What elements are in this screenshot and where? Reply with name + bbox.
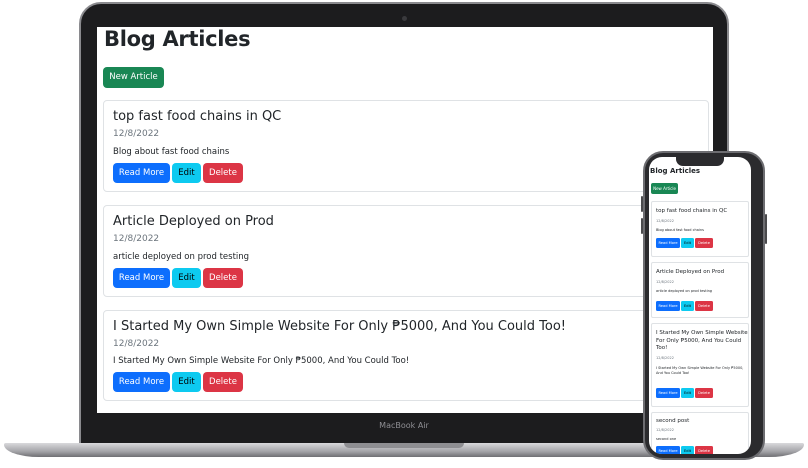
page-title: Blog Articles: [104, 27, 251, 51]
mobile-screen: Blog Articles New Article top fast food …: [649, 157, 751, 454]
mobile-article-title: top fast food chains in QC: [656, 208, 728, 214]
mobile-article-date: 12/8/2022: [656, 356, 674, 360]
mobile-article-card: I Started My Own Simple Website For Only…: [651, 323, 749, 407]
edit-button[interactable]: Edit: [172, 268, 201, 288]
article-card: Article Deployed on Prod 12/8/2022 artic…: [103, 205, 709, 297]
edit-button[interactable]: Edit: [172, 163, 201, 183]
mobile-article-text: article deployed on prod testing: [656, 289, 713, 293]
article-card: I Started My Own Simple Website For Only…: [103, 310, 709, 401]
laptop-hinge-notch: [344, 443, 464, 448]
mobile-article-date: 12/8/2022: [656, 428, 674, 432]
mobile-article-date: 12/8/2022: [656, 280, 674, 284]
phone-power-button: [765, 214, 767, 244]
mobile-article-card: top fast food chains in QC 12/8/2022 Blo…: [651, 201, 749, 257]
camera-dot: [402, 16, 407, 21]
article-date: 12/8/2022: [113, 129, 160, 139]
article-title: Article Deployed on Prod: [113, 214, 274, 229]
phone-notch: [676, 157, 724, 166]
article-text: article deployed on prod testing: [113, 252, 250, 262]
article-date: 12/8/2022: [113, 234, 160, 244]
mobile-article-text: second one: [656, 437, 677, 441]
mobile-edit-button[interactable]: Edit: [681, 301, 694, 311]
mobile-article-date: 12/8/2022: [656, 219, 674, 223]
mobile-read-more-button[interactable]: Read More: [656, 446, 680, 454]
article-date: 12/8/2022: [113, 339, 160, 349]
mobile-edit-button[interactable]: Edit: [681, 238, 694, 248]
read-more-button[interactable]: Read More: [113, 268, 170, 288]
delete-button[interactable]: Delete: [203, 163, 243, 183]
mobile-delete-button[interactable]: Delete: [695, 446, 713, 454]
mobile-read-more-button[interactable]: Read More: [656, 301, 680, 311]
mobile-article-card: second post 12/8/2022 second one Read Mo…: [651, 412, 749, 454]
phone-volume-button: [641, 218, 643, 234]
edit-button[interactable]: Edit: [172, 372, 201, 392]
phone-volume-button: [641, 196, 643, 212]
mobile-article-title: I Started My Own Simple Website For Only…: [656, 330, 748, 351]
delete-button[interactable]: Delete: [203, 372, 243, 392]
mobile-page-title: Blog Articles: [650, 167, 701, 175]
new-article-button[interactable]: New Article: [103, 67, 164, 88]
mobile-delete-button[interactable]: Delete: [695, 301, 713, 311]
mobile-article-card: Article Deployed on Prod 12/8/2022 artic…: [651, 262, 749, 318]
read-more-button[interactable]: Read More: [113, 372, 170, 392]
mobile-article-text: I Started My Own Simple Website For Only…: [656, 366, 744, 375]
mobile-new-article-button[interactable]: New Article: [651, 183, 678, 194]
article-text: I Started My Own Simple Website For Only…: [113, 356, 410, 366]
mobile-delete-button[interactable]: Delete: [695, 388, 713, 398]
desktop-screen: Blog Articles New Article top fast food …: [97, 27, 713, 413]
delete-button[interactable]: Delete: [203, 268, 243, 288]
mobile-delete-button[interactable]: Delete: [695, 238, 713, 248]
mobile-article-title: Article Deployed on Prod: [656, 269, 725, 275]
mobile-article-text: Blog about fast food chains: [656, 228, 704, 232]
article-title: top fast food chains in QC: [113, 109, 282, 124]
article-text: Blog about fast food chains: [113, 147, 230, 157]
mobile-article-title: second post: [656, 418, 690, 424]
mobile-edit-button[interactable]: Edit: [681, 446, 694, 454]
article-title: I Started My Own Simple Website For Only…: [113, 319, 567, 334]
article-card: top fast food chains in QC 12/8/2022 Blo…: [103, 100, 709, 192]
mobile-read-more-button[interactable]: Read More: [656, 238, 680, 248]
mobile-edit-button[interactable]: Edit: [681, 388, 694, 398]
mobile-read-more-button[interactable]: Read More: [656, 388, 680, 398]
read-more-button[interactable]: Read More: [113, 163, 170, 183]
